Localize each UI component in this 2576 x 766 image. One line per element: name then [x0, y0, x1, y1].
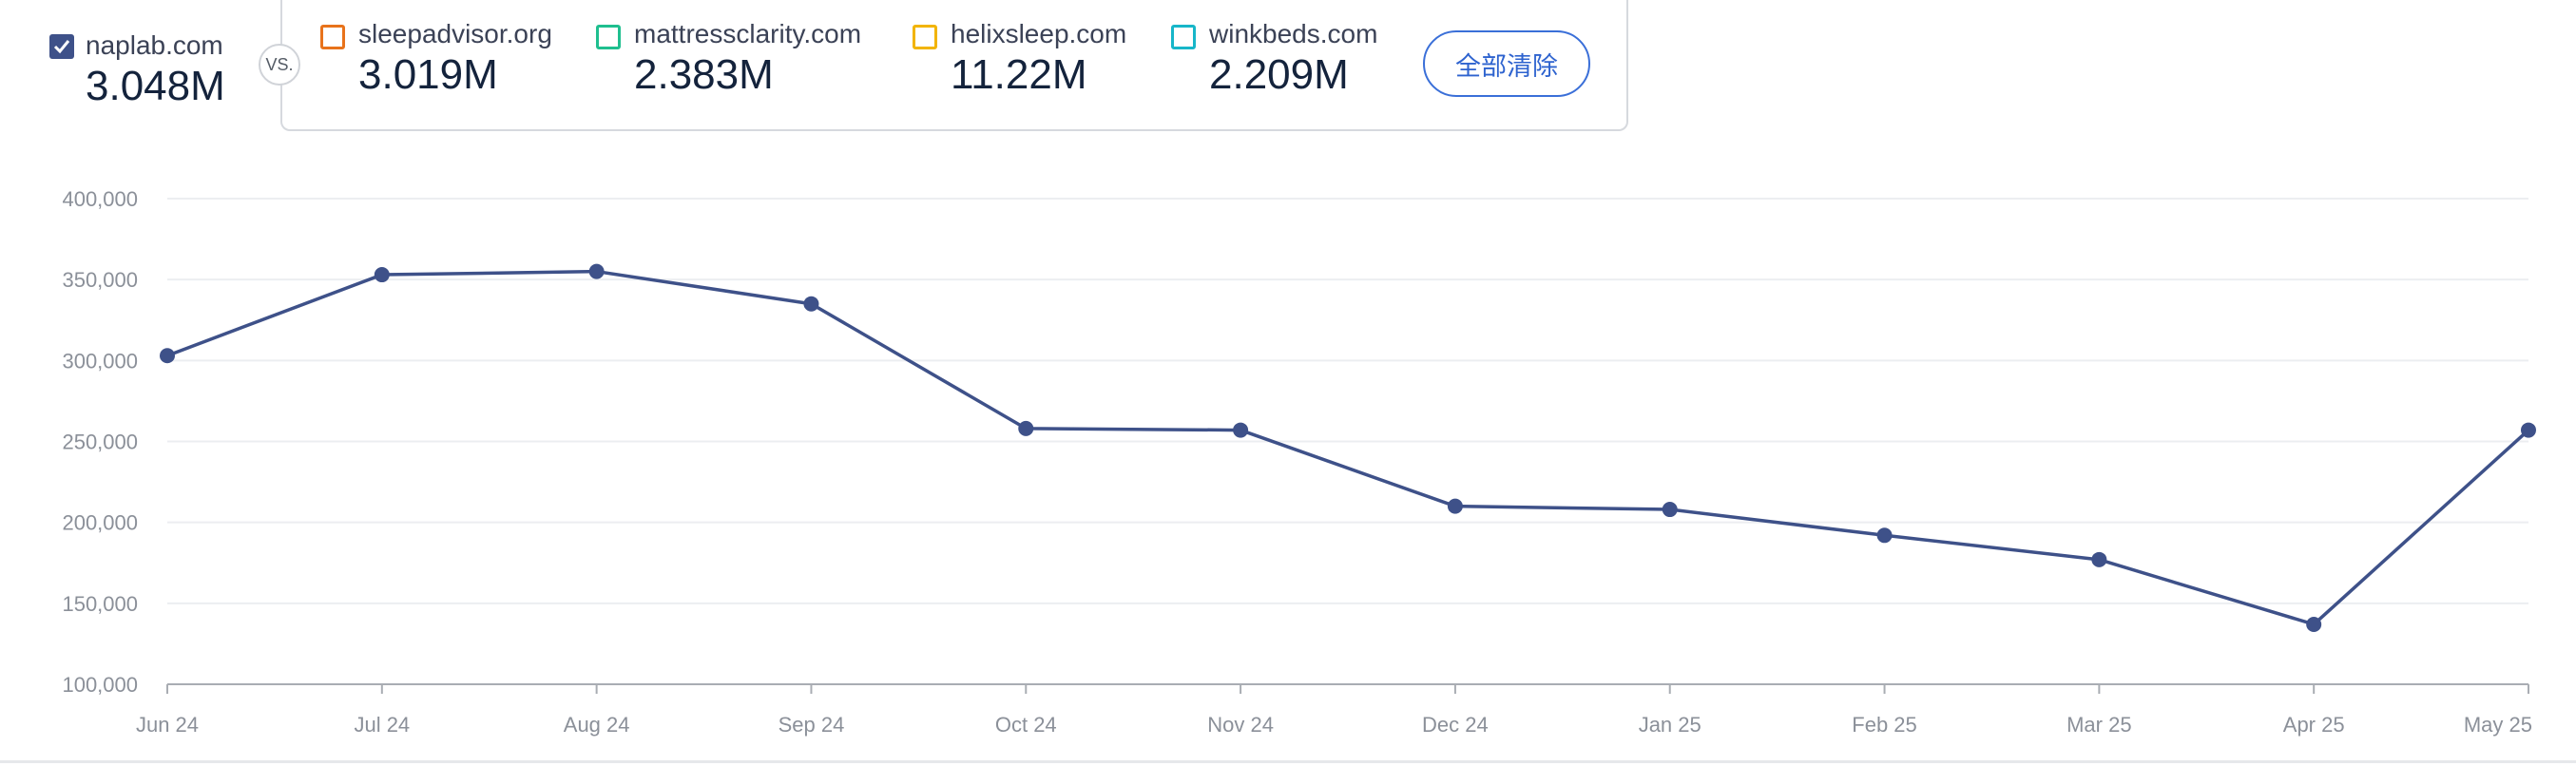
y-tick-label: 300,000 — [62, 349, 138, 373]
data-point — [1876, 527, 1893, 544]
bottom-divider — [0, 760, 2576, 763]
x-tick-label: Jan 25 — [1639, 713, 1701, 737]
x-tick-label: May 25 — [2464, 713, 2532, 737]
data-point — [1233, 422, 1249, 438]
data-point — [588, 263, 605, 279]
y-tick-label: 200,000 — [62, 511, 138, 535]
data-point — [374, 267, 390, 283]
y-tick-label: 100,000 — [62, 673, 138, 697]
traffic-line-chart: 400,000 350,000 300,000 250,000 200,000 150,0… — [62, 187, 2536, 737]
x-tick-label: Sep 24 — [779, 713, 845, 737]
data-point — [1018, 420, 1034, 436]
data-point — [2521, 422, 2536, 438]
x-tick-label: Nov 24 — [1207, 713, 1274, 737]
x-tick-label: Aug 24 — [564, 713, 630, 737]
data-point — [2306, 616, 2322, 632]
y-tick-label: 250,000 — [62, 431, 138, 454]
data-point — [160, 348, 175, 364]
vs-badge: VS. — [259, 44, 300, 86]
data-point — [1447, 498, 1463, 514]
x-tick-label: Apr 25 — [2283, 713, 2345, 737]
x-tick-label: Feb 25 — [1852, 713, 1917, 737]
y-tick-label: 350,000 — [62, 268, 138, 292]
y-tick-label: 150,000 — [62, 592, 138, 616]
y-tick-label: 400,000 — [62, 187, 138, 211]
data-point — [1662, 502, 1678, 518]
x-tick-label: Oct 24 — [995, 713, 1057, 737]
x-tick-label: Jul 24 — [354, 713, 410, 737]
data-point — [803, 296, 819, 312]
x-tick-label: Dec 24 — [1422, 713, 1489, 737]
series-line — [166, 269, 2530, 626]
x-tick-label: Jun 24 — [136, 713, 199, 737]
x-tick-label: Mar 25 — [2067, 713, 2131, 737]
data-point — [2091, 551, 2107, 567]
traffic-comparison-widget: naplab.com 3.048M sleepadvisor.org 3.019… — [0, 0, 2576, 766]
